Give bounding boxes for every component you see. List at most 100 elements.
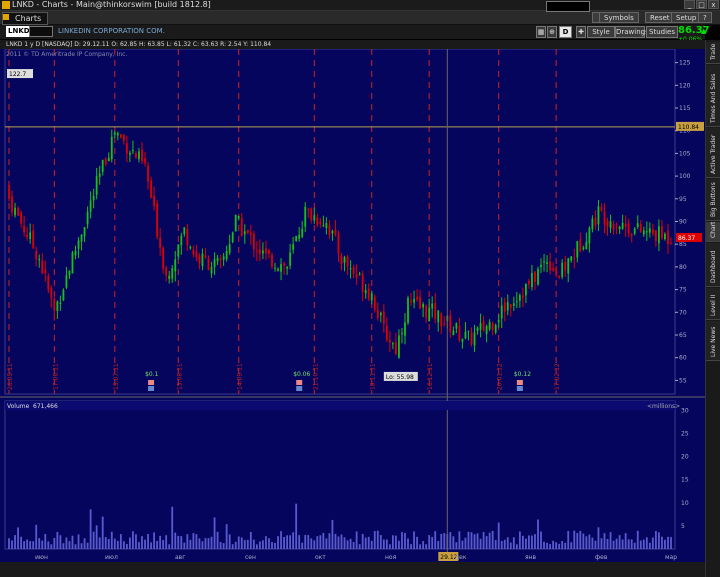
date-marker-label: 17.06.11 bbox=[52, 363, 59, 390]
candle-body bbox=[518, 295, 521, 301]
price-chart[interactable]: 5560657075808590951001051101151201255101… bbox=[0, 49, 705, 569]
quick-symbol-box[interactable] bbox=[546, 1, 590, 12]
sidebar-tab-big-buttons[interactable]: Big Buttons bbox=[706, 179, 720, 221]
candle-body bbox=[585, 241, 588, 250]
price-tick-label: 85 bbox=[679, 241, 687, 248]
sidebar-tab-live-news[interactable]: Live News bbox=[706, 321, 720, 361]
sidebar-tab-chart[interactable]: Chart bbox=[706, 222, 720, 242]
sidebar-tab-times-and-sales[interactable]: Times And Sales bbox=[706, 65, 720, 127]
price-tick-label: 95 bbox=[679, 196, 687, 203]
period-button[interactable]: D bbox=[559, 26, 572, 38]
candle-body bbox=[328, 225, 331, 235]
volume-bar bbox=[494, 540, 497, 549]
candle-body bbox=[65, 275, 68, 288]
candle-body bbox=[385, 326, 388, 341]
candle-body bbox=[419, 296, 422, 309]
ohlc-info: LNKD 1 y D [NASDAQ] D: 29.12.11 O: 62.85… bbox=[6, 41, 272, 48]
candle-body bbox=[50, 287, 53, 299]
style-button[interactable]: Style bbox=[587, 26, 615, 38]
candle-body bbox=[422, 303, 425, 308]
candle-body bbox=[195, 251, 198, 258]
candle-body bbox=[352, 267, 355, 274]
volume-bar bbox=[440, 533, 443, 549]
volume-bar bbox=[543, 541, 545, 549]
volume-bar bbox=[210, 536, 213, 549]
candle-body bbox=[570, 256, 573, 261]
sidebar-tab-label: Live News bbox=[710, 326, 717, 357]
event-icon bbox=[148, 380, 155, 385]
volume-bar bbox=[379, 535, 382, 549]
symbols-button[interactable]: Symbols bbox=[599, 12, 639, 23]
volume-bar bbox=[201, 541, 204, 549]
candle-body bbox=[119, 134, 122, 138]
candle-body bbox=[268, 249, 270, 254]
chart-area[interactable]: 55 60 65 70 75 80 85 90 95 100 105 110 115 120 125 5 10 1… bbox=[0, 49, 705, 569]
candle-body bbox=[113, 132, 116, 135]
candle-body bbox=[534, 271, 536, 282]
drawings-button[interactable]: Drawings bbox=[615, 26, 649, 38]
candle-body bbox=[482, 320, 485, 331]
candle-body bbox=[564, 261, 567, 271]
candle-body bbox=[648, 228, 651, 233]
volume-tick-label: 15 bbox=[681, 477, 689, 484]
volume-bar bbox=[552, 540, 555, 549]
candle-body bbox=[101, 160, 104, 172]
last-price-label: 86.37 bbox=[678, 235, 695, 242]
volume-bar bbox=[38, 538, 41, 549]
volume-bar bbox=[549, 544, 551, 549]
volume-bar bbox=[189, 539, 192, 549]
sidebar-tab-label: Chart bbox=[710, 222, 717, 238]
date-marker-label: 17.02.12 bbox=[554, 363, 561, 390]
volume-bar bbox=[198, 538, 201, 549]
volume-bar bbox=[307, 535, 310, 549]
candle-body bbox=[301, 228, 304, 237]
candle-body bbox=[537, 268, 539, 285]
sidebar-tab-level-ii[interactable]: Level II bbox=[706, 288, 720, 320]
candle-body bbox=[503, 302, 506, 312]
maximize-button[interactable]: □ bbox=[696, 0, 707, 9]
volume-bar bbox=[567, 530, 570, 549]
volume-bar bbox=[358, 544, 361, 549]
volume-bar bbox=[101, 516, 104, 549]
volume-bar bbox=[404, 532, 406, 549]
volume-bar bbox=[255, 544, 258, 549]
volume-bar bbox=[301, 542, 304, 549]
candle-body bbox=[141, 149, 143, 162]
company-name: LINKEDIN CORPORATION COM. bbox=[58, 27, 165, 35]
setup-button[interactable]: Setup bbox=[671, 12, 702, 23]
candle-body bbox=[237, 216, 240, 219]
volume-bar bbox=[661, 536, 663, 549]
volume-bar bbox=[382, 539, 385, 549]
help-button[interactable]: ? bbox=[698, 12, 712, 23]
candle-body bbox=[452, 330, 455, 336]
candle-body bbox=[449, 315, 452, 333]
studies-button[interactable]: Studies bbox=[646, 26, 678, 38]
grid-icon[interactable]: ▦ bbox=[536, 26, 546, 38]
candle-body bbox=[407, 298, 409, 323]
candle-body bbox=[428, 307, 431, 322]
volume-bar bbox=[621, 539, 624, 549]
volume-bar bbox=[597, 527, 600, 549]
candle-body bbox=[53, 298, 56, 311]
sidebar-tab-dashboard[interactable]: Dashboard bbox=[706, 243, 720, 287]
candle-body bbox=[277, 268, 279, 271]
crosshair-icon[interactable]: ✚ bbox=[576, 26, 586, 38]
zoom-icon[interactable]: ⊕ bbox=[547, 26, 557, 38]
volume-bar bbox=[645, 537, 648, 549]
symbol-dropdown[interactable] bbox=[29, 26, 53, 37]
candle-body bbox=[246, 229, 249, 234]
candle-body bbox=[528, 281, 530, 285]
month-tick-label: дек bbox=[455, 554, 467, 561]
price-tick-label: 125 bbox=[679, 60, 691, 67]
month-tick-label: фев bbox=[595, 554, 608, 561]
volume-bar bbox=[376, 530, 379, 549]
sidebar-tab-active-trader[interactable]: Active Trader bbox=[706, 128, 720, 178]
volume-bar bbox=[41, 540, 44, 549]
volume-bar bbox=[71, 535, 74, 549]
sidebar-tab-trade[interactable]: Trade bbox=[706, 42, 720, 64]
symbol-input[interactable]: LNKD bbox=[6, 26, 30, 37]
close-button[interactable]: x bbox=[708, 0, 719, 9]
minimize-button[interactable]: _ bbox=[684, 0, 695, 9]
candle-body bbox=[367, 288, 370, 299]
candle-body bbox=[370, 293, 373, 301]
